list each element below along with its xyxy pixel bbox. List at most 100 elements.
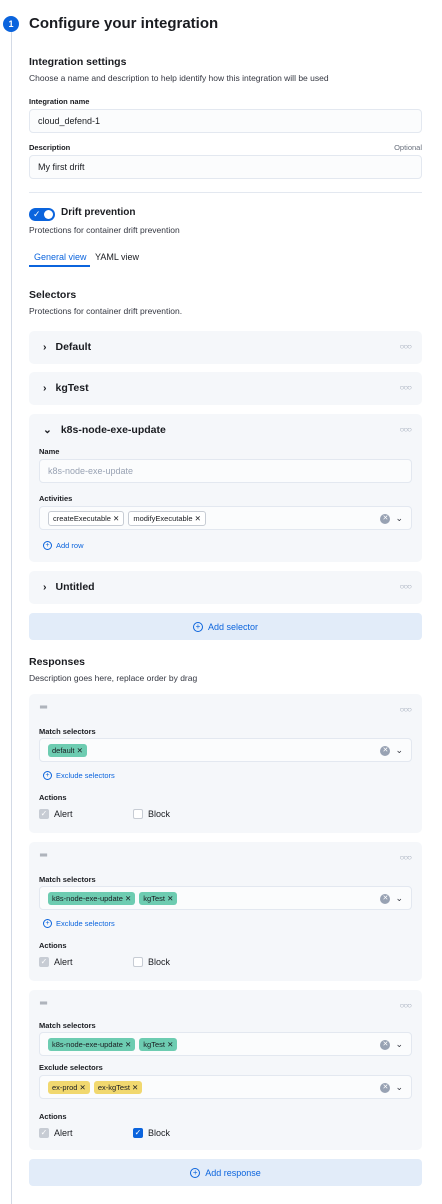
actions-label: Actions xyxy=(39,793,67,802)
chevron-right-icon: › xyxy=(43,581,47,593)
plus-circle-icon: + xyxy=(43,541,52,550)
more-options-icon[interactable]: ○○○ xyxy=(400,1001,412,1010)
toggle-knob xyxy=(44,210,53,219)
integration-settings-title: Integration settings xyxy=(29,56,127,68)
remove-tag-icon[interactable]: ✕ xyxy=(167,894,173,903)
plus-circle-icon: + xyxy=(43,771,52,780)
match-selectors-combobox[interactable]: default ✕ ✕ ⌄ xyxy=(39,738,412,762)
tab-general-view[interactable]: General view xyxy=(34,252,87,262)
match-tag: k8s-node-exe-update ✕ xyxy=(48,891,136,905)
selectors-title: Selectors xyxy=(29,289,77,301)
remove-tag-icon[interactable]: ✕ xyxy=(167,1040,173,1049)
match-selectors-label: Match selectors xyxy=(39,727,96,736)
actions-label: Actions xyxy=(39,1112,67,1121)
more-options-icon[interactable]: ○○○ xyxy=(400,425,412,434)
check-icon: ✓ xyxy=(33,209,41,219)
response-card: ═ ○○○ Match selectors k8s-node-exe-updat… xyxy=(29,990,422,1150)
alert-checkbox[interactable]: ✓ Alert xyxy=(39,809,73,819)
remove-tag-icon[interactable]: ✕ xyxy=(132,1083,138,1092)
chevron-down-icon[interactable]: ⌄ xyxy=(395,1039,403,1050)
response-card: ═ ○○○ Match selectors default ✕ ✕ ⌄ + Excl… xyxy=(29,694,422,833)
step-rail xyxy=(11,30,12,1204)
chevron-down-icon[interactable]: ⌄ xyxy=(395,513,403,524)
chevron-down-icon[interactable]: ⌄ xyxy=(395,893,403,904)
match-tag: kgTest ✕ xyxy=(139,1037,178,1051)
block-checkbox[interactable]: ✓ Block xyxy=(133,1128,170,1138)
actions-label: Actions xyxy=(39,941,67,950)
integration-name-value: cloud_defend-1 xyxy=(38,116,101,126)
checkbox-box xyxy=(133,957,143,967)
chevron-right-icon: › xyxy=(43,382,47,394)
checkbox-box xyxy=(133,809,143,819)
responses-title: Responses xyxy=(29,656,86,668)
selector-accordion-default: › Default ○○○ xyxy=(29,331,422,364)
chevron-down-icon[interactable]: ⌄ xyxy=(395,1082,403,1093)
add-selector-button[interactable]: + Add selector xyxy=(29,613,422,640)
match-tag: kgTest ✕ xyxy=(139,891,178,905)
add-row-button[interactable]: + Add row xyxy=(43,541,84,550)
exclude-selectors-button[interactable]: + Exclude selectors xyxy=(43,771,115,780)
remove-tag-icon[interactable]: ✕ xyxy=(80,1083,86,1092)
plus-circle-icon: + xyxy=(190,1167,201,1178)
more-options-icon[interactable]: ○○○ xyxy=(400,582,412,591)
response-card: ═ ○○○ Match selectors k8s-node-exe-updat… xyxy=(29,842,422,981)
clear-icon[interactable]: ✕ xyxy=(380,1082,391,1093)
clear-icon[interactable]: ✕ xyxy=(380,513,391,524)
block-checkbox[interactable]: Block xyxy=(133,957,170,967)
selector-accordion-toggle[interactable]: ⌄ k8s-node-exe-update xyxy=(43,424,166,436)
selector-accordion-kgtest: › kgTest ○○○ xyxy=(29,372,422,405)
selector-accordion-toggle[interactable]: › Default xyxy=(43,341,91,353)
active-tab-indicator xyxy=(29,265,90,267)
selector-accordion-untitled: › Untitled ○○○ xyxy=(29,571,422,604)
add-response-button[interactable]: + Add response xyxy=(29,1159,422,1186)
selector-name-input[interactable]: k8s-node-exe-update xyxy=(39,459,412,483)
remove-tag-icon[interactable]: ✕ xyxy=(125,894,131,903)
drift-prevention-description: Protections for container drift preventi… xyxy=(29,225,180,235)
selector-name: Default xyxy=(55,341,92,353)
more-options-icon[interactable]: ○○○ xyxy=(400,383,412,392)
plus-circle-icon: + xyxy=(43,919,52,928)
clear-icon[interactable]: ✕ xyxy=(380,893,391,904)
check-icon: ✓ xyxy=(39,957,49,967)
more-options-icon[interactable]: ○○○ xyxy=(400,853,412,862)
remove-tag-icon[interactable]: ✕ xyxy=(195,514,201,523)
exclude-selectors-button[interactable]: + Exclude selectors xyxy=(43,919,115,928)
block-checkbox[interactable]: Block xyxy=(133,809,170,819)
match-selectors-label: Match selectors xyxy=(39,875,96,884)
selector-accordion-toggle[interactable]: › kgTest xyxy=(43,382,89,394)
selector-accordion-toggle[interactable]: › Untitled xyxy=(43,581,95,593)
exclude-selectors-combobox[interactable]: ex-prod ✕ ex-kgTest ✕ ✕ ⌄ xyxy=(39,1075,412,1099)
drag-handle-icon[interactable]: ═ xyxy=(40,850,47,861)
clear-icon[interactable]: ✕ xyxy=(380,1039,391,1050)
chevron-down-icon[interactable]: ⌄ xyxy=(395,745,403,756)
alert-checkbox[interactable]: ✓ Alert xyxy=(39,1128,73,1138)
match-selectors-label: Match selectors xyxy=(39,1021,96,1030)
step-number-badge: 1 xyxy=(3,16,19,32)
integration-name-label: Integration name xyxy=(29,97,90,106)
remove-tag-icon[interactable]: ✕ xyxy=(113,514,119,523)
alert-checkbox[interactable]: ✓ Alert xyxy=(39,957,73,967)
drift-prevention-label: Drift prevention xyxy=(61,207,136,218)
description-input[interactable]: My first drift xyxy=(29,155,422,179)
integration-name-input[interactable]: cloud_defend-1 xyxy=(29,109,422,133)
clear-icon[interactable]: ✕ xyxy=(380,745,391,756)
more-options-icon[interactable]: ○○○ xyxy=(400,342,412,351)
activities-combobox[interactable]: createExecutable ✕ modifyExecutable ✕ ✕ ⌄ xyxy=(39,506,412,530)
remove-tag-icon[interactable]: ✕ xyxy=(77,746,83,755)
drag-handle-icon[interactable]: ═ xyxy=(40,998,47,1009)
activities-label: Activities xyxy=(39,494,73,503)
more-options-icon[interactable]: ○○○ xyxy=(400,705,412,714)
match-tag: default ✕ xyxy=(48,743,87,757)
match-selectors-combobox[interactable]: k8s-node-exe-update ✕ kgTest ✕ ✕ ⌄ xyxy=(39,886,412,910)
drag-handle-icon[interactable]: ═ xyxy=(40,702,47,713)
match-selectors-combobox[interactable]: k8s-node-exe-update ✕ kgTest ✕ ✕ ⌄ xyxy=(39,1032,412,1056)
remove-tag-icon[interactable]: ✕ xyxy=(125,1040,131,1049)
match-tag: k8s-node-exe-update ✕ xyxy=(48,1037,136,1051)
plus-circle-icon: + xyxy=(192,621,203,632)
chevron-down-icon: ⌄ xyxy=(43,424,52,436)
drift-prevention-toggle[interactable]: ✓ xyxy=(29,208,55,221)
selector-name: k8s-node-exe-update xyxy=(60,424,166,436)
selector-name: kgTest xyxy=(55,382,89,394)
integration-settings-description: Choose a name and description to help id… xyxy=(29,73,329,83)
tab-yaml-view[interactable]: YAML view xyxy=(95,252,139,262)
